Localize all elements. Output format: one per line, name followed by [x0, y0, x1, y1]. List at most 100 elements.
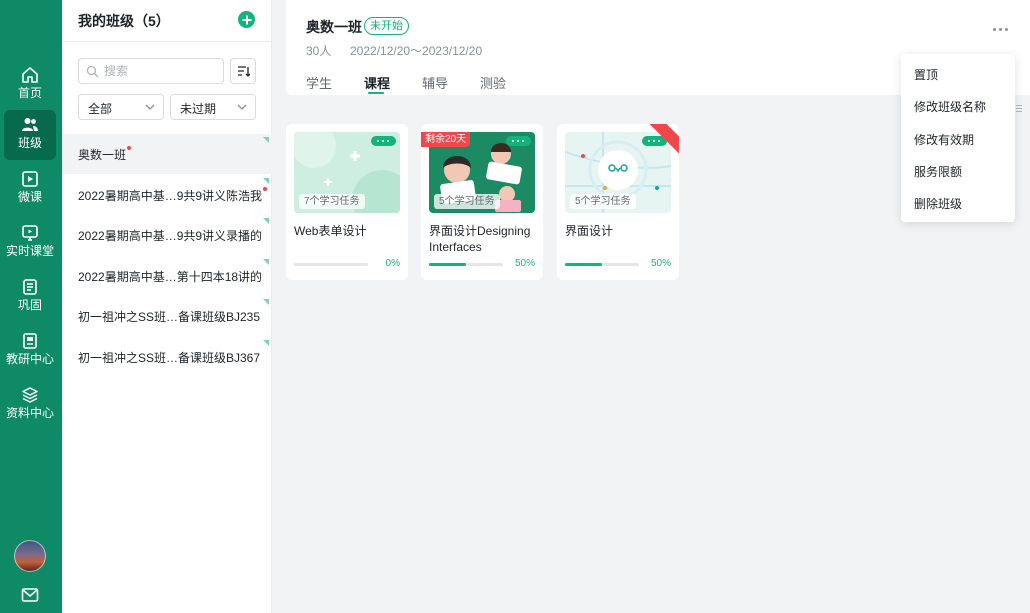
card-more-icon[interactable]	[371, 136, 396, 146]
class-list-item[interactable]: 初一祖冲之SS班…备课班级BJ235	[62, 296, 272, 336]
chevron-down-icon	[237, 104, 247, 110]
menu-item-service-quota[interactable]: 服务限额	[901, 153, 1015, 185]
nav-item-practice[interactable]: 巩固	[4, 272, 56, 322]
scope-filter-select[interactable]: 全部	[78, 94, 164, 120]
course-card[interactable]: 7个学习任务 Web表单设计 0%	[286, 124, 408, 280]
tab-courses[interactable]: 课程	[364, 73, 390, 92]
dot	[993, 28, 996, 31]
corner-mark	[263, 259, 269, 265]
chevron-down-icon	[145, 104, 155, 110]
remaining-days-badge: 剩余20天	[421, 132, 471, 147]
nav-item-home[interactable]: 首页	[4, 60, 56, 110]
nav-label: 巩固	[17, 298, 42, 312]
class-options-menu: 置顶 修改班级名称 修改有效期 服务限额 删除班级	[901, 54, 1015, 222]
search-box[interactable]	[78, 58, 224, 84]
nav-label: 微课	[17, 190, 42, 204]
expiry-filter-select[interactable]: 未过期	[170, 94, 256, 120]
class-list-item[interactable]: 2022暑期高中基…9共9讲义录播的	[62, 215, 272, 255]
class-item-name: 奥数一班	[78, 146, 132, 163]
add-class-button[interactable]	[238, 11, 255, 28]
class-list-item[interactable]: 2022暑期高中基…9共9讲义陈浩我	[62, 175, 272, 215]
unread-dot	[127, 146, 132, 150]
course-title: 界面设计	[565, 224, 614, 238]
nav-item-materials[interactable]: 资料中心	[4, 380, 56, 430]
list-view-icon[interactable]	[1016, 104, 1022, 114]
live-class-icon	[22, 225, 38, 241]
task-count: 5个学习任务	[570, 194, 636, 209]
materials-icon	[22, 387, 38, 403]
corner-mark	[263, 137, 269, 143]
task-count: 7个学习任务	[299, 194, 365, 209]
corner-ribbon	[649, 124, 679, 154]
status-badge: 未开始	[364, 17, 409, 35]
active-tab-indicator	[368, 92, 384, 94]
nav-label: 资料中心	[5, 406, 54, 420]
class-item-name: 初一祖冲之SS班…备课班级BJ235	[78, 310, 261, 324]
unread-dot	[263, 187, 268, 191]
search-icon	[86, 65, 99, 78]
menu-item-pin[interactable]: 置顶	[901, 56, 1015, 88]
search-input[interactable]	[104, 62, 216, 80]
class-list-item[interactable]: 奥数一班	[62, 134, 272, 174]
mail-icon[interactable]	[21, 587, 39, 603]
more-options-icon[interactable]	[990, 24, 1012, 36]
left-nav: 首页 班级 微课 实时课堂 巩固 教研中心 资料中心	[0, 0, 62, 613]
nav-label: 教研中心	[5, 352, 54, 366]
corner-mark	[263, 299, 269, 305]
corner-mark	[263, 178, 269, 184]
class-item-name: 2022暑期高中基…9共9讲义陈浩我	[78, 187, 268, 204]
nav-label: 班级	[17, 136, 42, 150]
nav-item-live-class[interactable]: 实时课堂	[4, 218, 56, 268]
ribbon-tag	[649, 124, 679, 154]
micro-course-icon	[22, 171, 38, 187]
home-icon	[22, 67, 38, 83]
progress-bar	[565, 263, 639, 266]
class-icon	[22, 118, 38, 131]
class-item-name: 初一祖冲之SS班…备课班级BJ367	[78, 351, 261, 365]
tab-tutoring[interactable]: 辅导	[422, 73, 448, 92]
progress-bar	[429, 263, 503, 266]
avatar[interactable]	[14, 540, 46, 572]
nav-label: 首页	[17, 86, 42, 100]
class-item-name: 2022暑期高中基…第十四本18讲的	[78, 270, 263, 284]
progress-fill	[429, 263, 466, 266]
date-range: 2022/12/20～2023/12/20	[350, 44, 483, 58]
progress-text: 50%	[650, 258, 671, 269]
progress-fill	[565, 263, 602, 266]
nav-item-micro-course[interactable]: 微课	[4, 164, 56, 214]
class-list-title: 我的班级（5）	[78, 13, 170, 29]
practice-icon	[23, 279, 37, 295]
course-title: 界面设计Designing Interfaces	[429, 224, 531, 254]
menu-item-edit-validity[interactable]: 修改有效期	[901, 121, 1015, 153]
sort-icon	[238, 66, 250, 77]
expiry-filter-value: 未过期	[180, 102, 217, 116]
course-card[interactable]: 5个学习任务 剩余20天 界面设计Designing Interfaces 50…	[421, 124, 543, 280]
scope-filter-value: 全部	[88, 102, 113, 116]
divider	[62, 41, 272, 42]
progress-text: 0%	[385, 258, 400, 269]
tab-quiz[interactable]: 测验	[480, 73, 506, 92]
class-title: 奥数一班	[306, 19, 362, 35]
dot	[999, 28, 1002, 31]
card-more-icon[interactable]	[506, 136, 531, 146]
nav-item-research[interactable]: 教研中心	[4, 326, 56, 376]
class-list-item[interactable]: 2022暑期高中基…第十四本18讲的	[62, 256, 272, 296]
nav-item-class[interactable]: 班级	[4, 110, 56, 160]
progress-bar	[294, 263, 368, 266]
class-list-item[interactable]: 初一祖冲之SS班…备课班级BJ367	[62, 337, 272, 377]
course-cover: 7个学习任务	[294, 132, 400, 213]
tab-students[interactable]: 学生	[306, 73, 332, 92]
nav-label: 实时课堂	[5, 244, 54, 258]
menu-item-rename[interactable]: 修改班级名称	[901, 88, 1015, 120]
corner-mark	[263, 218, 269, 224]
class-item-name: 2022暑期高中基…9共9讲义录播的	[78, 229, 263, 243]
progress-text: 50%	[514, 258, 535, 269]
sort-button[interactable]	[230, 58, 256, 84]
dot	[1005, 28, 1008, 31]
course-card[interactable]: 5个学习任务 界面设计 50%	[557, 124, 679, 280]
research-icon	[23, 333, 37, 349]
corner-mark	[263, 340, 269, 346]
student-count: 30人	[306, 44, 332, 58]
task-count: 5个学习任务	[434, 194, 500, 209]
menu-item-delete[interactable]: 删除班级	[901, 185, 1015, 217]
